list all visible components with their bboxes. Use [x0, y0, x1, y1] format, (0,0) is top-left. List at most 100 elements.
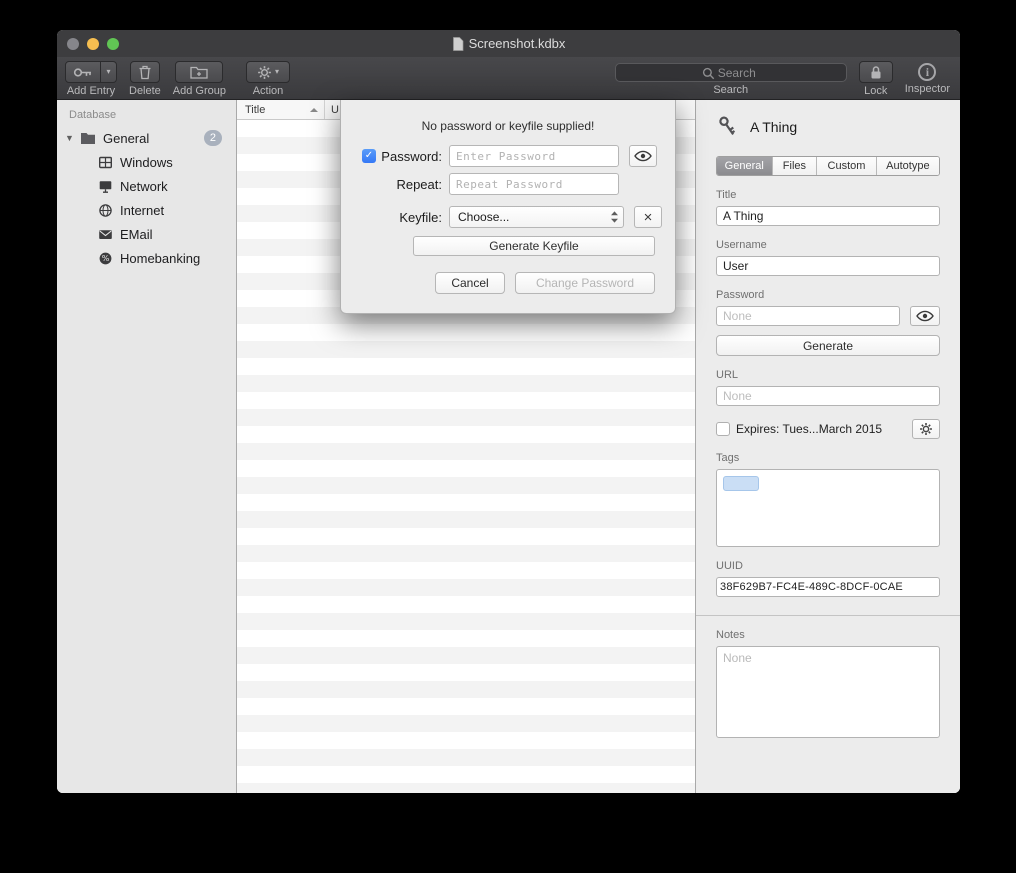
sidebar-item-email[interactable]: EMail	[57, 222, 236, 246]
tag-chip[interactable]	[723, 476, 759, 491]
search-input[interactable]	[616, 64, 846, 81]
sidebar-item-network[interactable]: Network	[57, 174, 236, 198]
generate-keyfile-button[interactable]: Generate Keyfile	[413, 236, 655, 256]
entry-count-badge: 2	[204, 130, 222, 146]
zoom-button[interactable]	[107, 38, 119, 50]
sidebar-item-windows[interactable]: Windows	[57, 150, 236, 174]
password-field[interactable]	[716, 306, 900, 326]
title-label: Title	[716, 189, 940, 201]
notes-field[interactable]	[716, 646, 940, 738]
trash-icon	[138, 65, 152, 80]
expires-settings-button[interactable]	[912, 419, 940, 439]
sidebar-item-homebanking[interactable]: % Homebanking	[57, 246, 236, 270]
toolbar-item-inspector: i Inspector	[905, 61, 950, 95]
gear-icon	[257, 65, 272, 80]
globe-icon	[96, 203, 114, 218]
inspector-divider	[696, 615, 960, 616]
toolbar-item-delete: Delete	[129, 61, 161, 97]
eye-icon	[634, 150, 652, 162]
svg-text:%: %	[101, 254, 109, 263]
tab-autotype[interactable]: Autotype	[876, 157, 939, 175]
dialog-password-reveal-button[interactable]	[629, 145, 657, 167]
clear-keyfile-button[interactable]: ×	[634, 206, 662, 228]
generate-password-button[interactable]: Generate	[716, 335, 940, 356]
dialog-message: No password or keyfile supplied!	[341, 119, 675, 133]
lock-icon	[869, 65, 883, 80]
sidebar-item-label: EMail	[120, 227, 236, 242]
sort-ascending-icon	[310, 108, 318, 112]
gear-icon	[919, 422, 933, 436]
sidebar-item-label: Internet	[120, 203, 236, 218]
column-title-label: Title	[245, 104, 265, 116]
change-password-dialog: No password or keyfile supplied! ✓ Passw…	[340, 100, 676, 314]
column-header-title[interactable]: Title	[237, 100, 325, 119]
dialog-password-input[interactable]	[449, 145, 619, 167]
search-field[interactable]	[615, 63, 847, 82]
minimize-button[interactable]	[87, 38, 99, 50]
entry-title: A Thing	[750, 119, 797, 135]
stepper-arrows-icon	[610, 210, 619, 224]
eye-icon	[916, 310, 934, 322]
add-entry-menu-button[interactable]: ▾	[101, 61, 117, 83]
add-group-button[interactable]	[175, 61, 223, 83]
sidebar-header: Database	[57, 100, 236, 126]
toolbar-label-delete: Delete	[129, 85, 161, 97]
uuid-label: UUID	[716, 560, 940, 572]
toolbar-label-lock: Lock	[864, 85, 887, 97]
envelope-icon	[96, 227, 114, 242]
toolbar-item-add-entry: ▾ Add Entry	[65, 61, 117, 97]
sidebar-group-label: General	[103, 131, 204, 146]
inspector-panel: A Thing General Files Custom Autotype Ti…	[695, 100, 960, 793]
lock-button[interactable]	[859, 61, 893, 83]
document-proxy-icon	[452, 37, 464, 51]
delete-button[interactable]	[130, 61, 160, 83]
dialog-repeat-input[interactable]	[449, 173, 619, 195]
tab-general[interactable]: General	[717, 157, 772, 175]
url-field[interactable]	[716, 386, 940, 406]
key-icon	[716, 114, 740, 140]
toolbar-label-action: Action	[253, 85, 284, 97]
traffic-lights	[67, 38, 119, 50]
close-button[interactable]	[67, 38, 79, 50]
sidebar-group-general[interactable]: ▼ General 2	[57, 126, 236, 150]
notes-label: Notes	[716, 629, 940, 641]
chevron-down-icon: ▾	[275, 68, 279, 76]
toolbar-item-add-group: Add Group	[173, 61, 226, 97]
expires-checkbox[interactable]	[716, 422, 730, 436]
username-field[interactable]	[716, 256, 940, 276]
uuid-field[interactable]	[716, 577, 940, 597]
tags-field[interactable]	[716, 469, 940, 547]
cancel-button[interactable]: Cancel	[435, 272, 505, 294]
disclosure-triangle-icon[interactable]: ▼	[65, 133, 79, 143]
toolbar-label-add-entry: Add Entry	[67, 85, 115, 97]
toolbar-label-inspector: Inspector	[905, 83, 950, 95]
password-checkbox[interactable]: ✓	[362, 149, 376, 163]
sidebar-item-label: Windows	[120, 155, 236, 170]
sidebar-item-internet[interactable]: Internet	[57, 198, 236, 222]
window-title: Screenshot.kdbx	[469, 36, 566, 51]
info-icon[interactable]: i	[918, 63, 936, 81]
checkmark-icon: ✓	[365, 151, 373, 161]
action-button[interactable]: ▾	[246, 61, 290, 83]
tab-custom[interactable]: Custom	[816, 157, 875, 175]
username-label: Username	[716, 239, 940, 251]
close-icon: ×	[644, 210, 653, 225]
column-username-label: U	[331, 104, 339, 116]
windows-icon	[96, 155, 114, 170]
inspector-tabs: General Files Custom Autotype	[716, 156, 940, 176]
toolbar-label-add-group: Add Group	[173, 85, 226, 97]
toolbar: ▾ Add Entry Delete Add Group ▾ Action	[57, 57, 960, 100]
add-entry-button[interactable]	[65, 61, 101, 83]
password-label: Password	[716, 289, 940, 301]
password-reveal-button[interactable]	[910, 306, 940, 326]
toolbar-item-search: Search	[615, 61, 847, 96]
app-window: Screenshot.kdbx ▾ Add Entry Delete Add G…	[57, 30, 960, 793]
keyfile-dropdown[interactable]: Choose...	[449, 206, 624, 228]
tab-files[interactable]: Files	[772, 157, 817, 175]
expires-row: Expires: Tues...March 2015	[716, 419, 940, 439]
title-field[interactable]	[716, 206, 940, 226]
dialog-keyfile-label: Keyfile:	[362, 210, 442, 225]
toolbar-label-search: Search	[713, 84, 748, 96]
dialog-password-row: ✓ Password:	[341, 145, 675, 167]
titlebar: Screenshot.kdbx	[57, 30, 960, 57]
